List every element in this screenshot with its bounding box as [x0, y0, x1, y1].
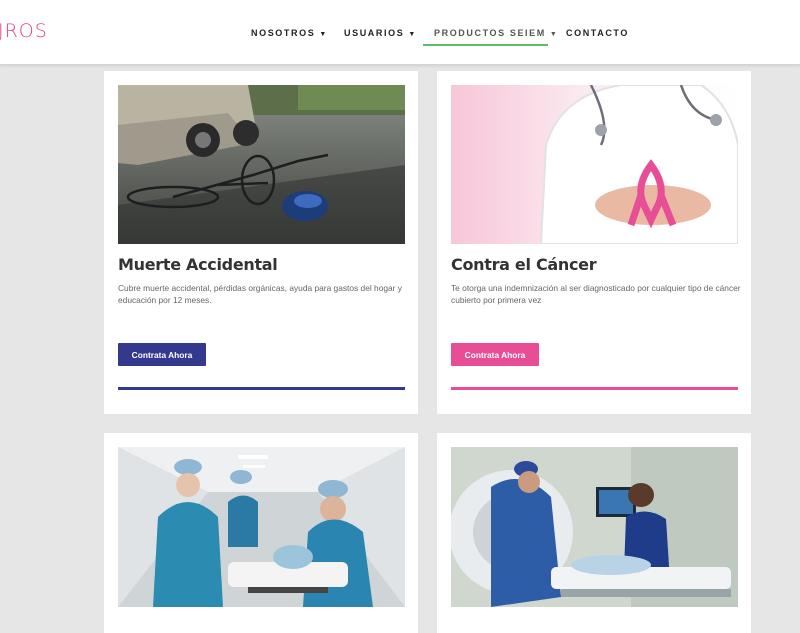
contrata-ahora-button[interactable]: Contrata Ahora — [118, 343, 206, 366]
site-logo[interactable]: JROS — [0, 20, 48, 42]
doctor-pink-ribbon-image — [451, 85, 738, 244]
site-header: JROS NOSOTROS ▼ USUARIOS ▼ PRODUCTOS SEIEM… — [0, 0, 800, 65]
nav-nosotros[interactable]: NOSOTROS ▼ — [251, 28, 328, 38]
nav-label: PRODUCTOS SEIEM — [434, 28, 546, 38]
card-accent-line — [451, 387, 738, 390]
nav-label: NOSOTROS — [251, 28, 316, 38]
nav-label: CONTACTO — [566, 28, 629, 38]
nav-productos-seiem[interactable]: PRODUCTOS SEIEM ▼ — [434, 28, 558, 38]
card-accent-line — [118, 387, 405, 390]
hospital-stretcher-image — [118, 447, 405, 607]
nav-label: USUARIOS — [344, 28, 405, 38]
caret-down-icon: ▼ — [319, 31, 328, 38]
nav-active-underline — [423, 44, 548, 46]
product-card-contra-el-cancer: Contra el Cáncer Te otorga una indemniza… — [437, 71, 751, 414]
card-description: Cubre muerte accidental, pérdidas orgáni… — [118, 283, 402, 305]
ct-scan-image — [451, 447, 738, 607]
product-card-hospital — [104, 433, 418, 633]
card-title: Muerte Accidental — [118, 255, 278, 274]
caret-down-icon: ▼ — [408, 31, 417, 38]
product-card-ct-scan — [437, 433, 751, 633]
bicycle-accident-image — [118, 85, 405, 244]
caret-down-icon: ▼ — [549, 31, 559, 38]
nav-usuarios[interactable]: USUARIOS ▼ — [344, 28, 417, 38]
contrata-ahora-button[interactable]: Contrata Ahora — [451, 343, 539, 366]
card-description: Te otorga una indemnización al ser diagn… — [451, 283, 741, 305]
product-card-muerte-accidental: Muerte Accidental Cubre muerte accidenta… — [104, 71, 418, 414]
nav-contacto[interactable]: CONTACTO — [566, 28, 629, 38]
card-title: Contra el Cáncer — [451, 255, 597, 274]
